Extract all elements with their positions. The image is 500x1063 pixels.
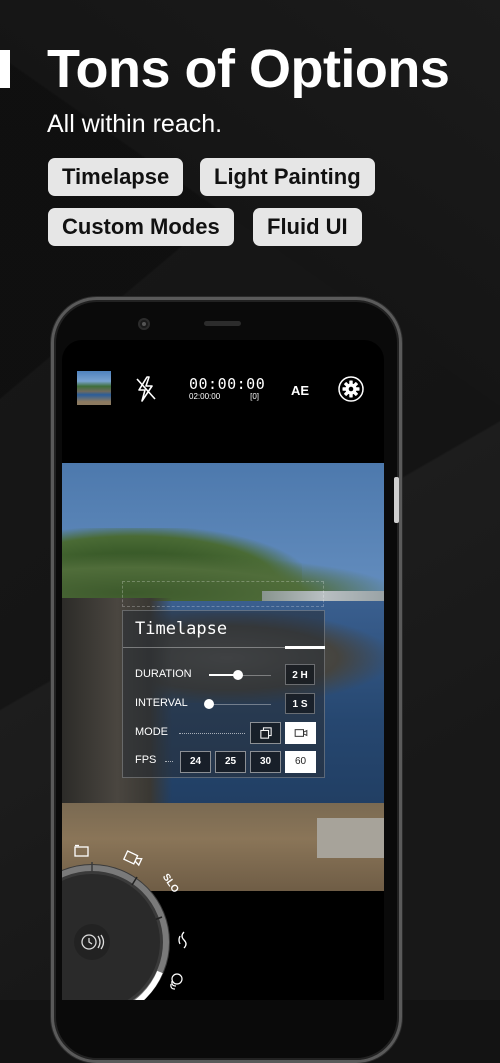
photo-stack-icon (259, 727, 272, 739)
ghost-panel-outline (122, 581, 324, 607)
earpiece-speaker (204, 321, 241, 326)
gallery-icon[interactable] (74, 844, 90, 858)
chip-timelapse: Timelapse (48, 158, 184, 196)
phone-side-button (394, 477, 399, 523)
phone-screen: 00:00:00 02:00:00 [0] AE Timelapse DURAT… (62, 340, 384, 1000)
recording-timer: 00:00:00 02:00:00 [0] (189, 375, 266, 402)
fps-dots (165, 761, 173, 762)
interval-slider-thumb[interactable] (204, 699, 214, 709)
interval-label: INTERVAL (135, 697, 188, 709)
auto-exposure-button[interactable]: AE (291, 383, 309, 398)
fps-option-60[interactable]: 60 (285, 751, 316, 773)
timer-total: 02:00:00 (189, 392, 221, 401)
fps-option-24[interactable]: 24 (180, 751, 211, 773)
front-camera (138, 318, 150, 330)
timelapse-panel: Timelapse DURATION 2 H INTERVAL 1 S MODE (122, 610, 325, 778)
frame-count: [0] (250, 392, 259, 401)
interval-value[interactable]: 1 S (285, 693, 315, 714)
chip-fluid-ui: Fluid UI (253, 208, 362, 246)
accent-bar (0, 50, 10, 88)
subhead: All within reach. (47, 110, 223, 138)
panel-title: Timelapse (135, 619, 228, 639)
fps-label: FPS (135, 754, 157, 766)
duration-label: DURATION (135, 668, 192, 680)
video-icon (294, 729, 307, 737)
timer-elapsed: 00:00:00 (189, 375, 266, 393)
mode-video-button[interactable] (285, 722, 316, 744)
mode-photo-stack-button[interactable] (250, 722, 281, 744)
camera-viewfinder[interactable]: Timelapse DURATION 2 H INTERVAL 1 S MODE (62, 463, 384, 891)
flash-off-icon[interactable] (135, 376, 157, 402)
duration-value[interactable]: 2 H (285, 664, 315, 685)
fps-option-25[interactable]: 25 (215, 751, 246, 773)
gear-icon[interactable] (338, 376, 364, 402)
timelapse-wave-icon[interactable] (177, 930, 189, 950)
chip-light-painting: Light Painting (200, 158, 375, 196)
gallery-thumbnail[interactable] (77, 371, 111, 405)
headline: Tons of Options (47, 39, 450, 99)
camera-topbar: 00:00:00 02:00:00 [0] AE (62, 340, 384, 460)
interval-slider-track[interactable] (209, 704, 271, 705)
duration-slider-thumb[interactable] (232, 670, 243, 680)
mode-dots (179, 733, 245, 734)
mode-dial[interactable] (62, 862, 172, 1000)
scene-boulder (317, 818, 384, 858)
panel-tab-indicator (285, 646, 325, 649)
mode-label: MODE (135, 726, 168, 738)
chip-custom-modes: Custom Modes (48, 208, 234, 246)
fps-option-30[interactable]: 30 (250, 751, 281, 773)
